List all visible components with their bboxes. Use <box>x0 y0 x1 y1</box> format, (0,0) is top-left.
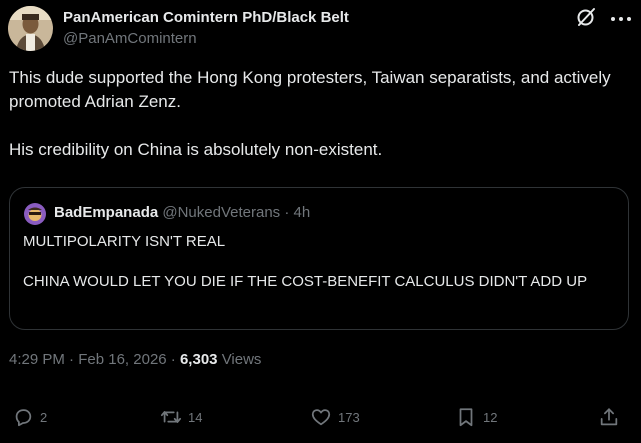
repost-count: 14 <box>188 409 203 425</box>
author-avatar[interactable] <box>8 6 53 51</box>
quoted-author-name[interactable]: BadEmpanada <box>54 204 158 221</box>
action-bar: 2 14 173 12 <box>0 404 641 430</box>
views-count: 6,303 <box>179 351 218 368</box>
tweet-time[interactable]: 4:29 PM <box>9 351 65 368</box>
tweet-paragraph: This dude supported the Hong Kong protes… <box>9 68 611 111</box>
quoted-tweet-paragraph: CHINA WOULD LET YOU DIE IF THE COST-BENE… <box>23 273 588 290</box>
more-icon[interactable] <box>609 10 633 28</box>
author-display-name[interactable]: PanAmerican Comintern PhD/Black Belt <box>63 9 349 26</box>
quoted-author-avatar[interactable] <box>24 203 46 225</box>
author-handle[interactable]: @PanAmComintern <box>63 30 197 47</box>
quoted-tweet-header: BadEmpanada @NukedVeterans · 4h <box>54 204 310 221</box>
tweet-text: This dude supported the Hong Kong protes… <box>9 66 629 162</box>
bookmark-count: 12 <box>483 409 498 425</box>
share-icon <box>600 408 618 426</box>
bookmark-icon <box>459 408 473 427</box>
quoted-author-handle[interactable]: @NukedVeterans <box>162 204 280 221</box>
repost-button[interactable]: 14 <box>160 404 202 430</box>
quoted-tweet-time[interactable]: 4h <box>294 204 311 221</box>
share-button[interactable] <box>598 404 626 430</box>
views-label: Views <box>221 351 262 368</box>
reply-icon <box>15 409 32 427</box>
reply-count: 2 <box>40 409 48 425</box>
bookmark-button[interactable]: 12 <box>455 404 497 430</box>
like-button[interactable]: 173 <box>310 404 360 430</box>
like-count: 173 <box>338 409 360 425</box>
quoted-tweet-text: MULTIPOLARITY ISN'T REAL CHINA WOULD LET… <box>23 232 613 292</box>
tweet-header: PanAmerican Comintern PhD/Black Belt @Pa… <box>8 6 633 52</box>
quoted-tweet-card[interactable]: BadEmpanada @NukedVeterans · 4h MULTIPOL… <box>9 187 629 330</box>
reply-button[interactable]: 2 <box>12 404 47 430</box>
repost-icon <box>160 411 182 423</box>
tweet-paragraph: His credibility on China is absolutely n… <box>9 140 383 159</box>
heart-icon <box>311 409 331 426</box>
tweet-meta: 4:29 PM · Feb 16, 2026 · 6,303 Views <box>9 351 261 368</box>
tweet-date[interactable]: Feb 16, 2026 <box>78 351 166 368</box>
separator-dot: · <box>170 351 176 368</box>
quoted-tweet-paragraph: MULTIPOLARITY ISN'T REAL <box>23 233 226 250</box>
separator-dot: · <box>284 204 290 221</box>
separator-dot: · <box>69 351 75 368</box>
grok-icon[interactable] <box>575 6 597 28</box>
